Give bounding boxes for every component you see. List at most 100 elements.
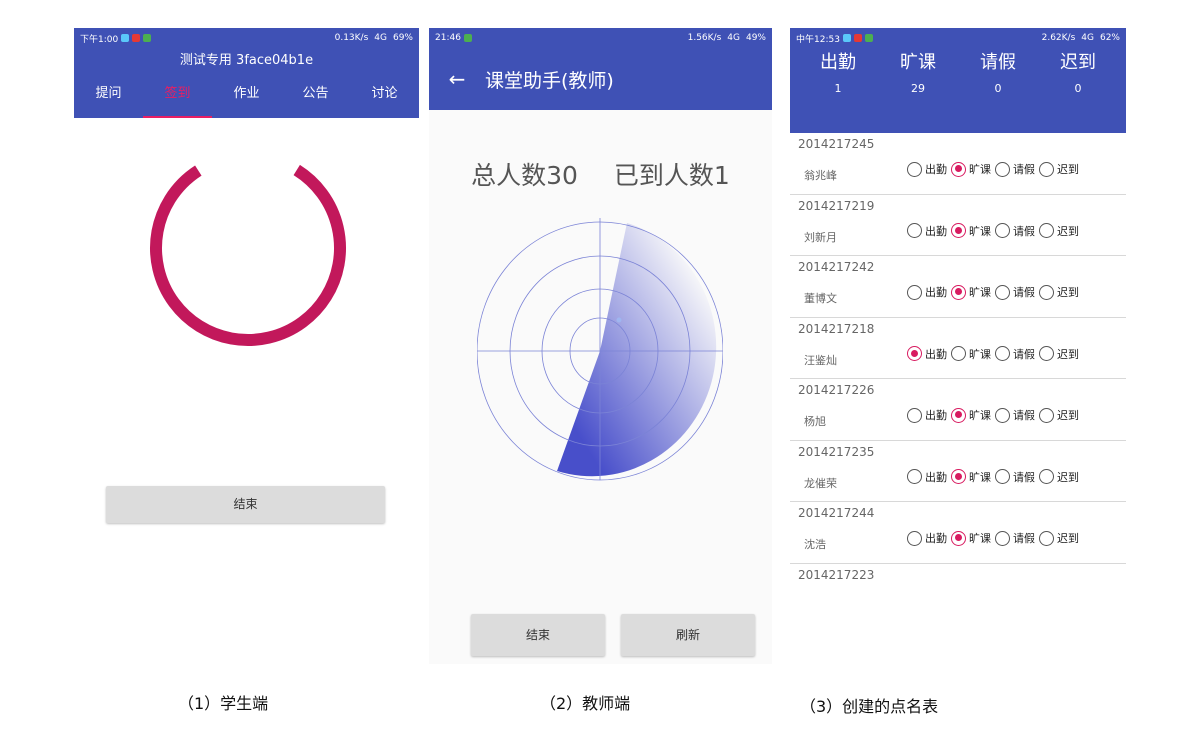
option-label: 请假	[1013, 286, 1035, 299]
radio-button[interactable]	[995, 469, 1010, 484]
list-item: 2014217218 汪鉴灿 出勤 旷课 请假 迟到	[790, 318, 1126, 379]
radio-button[interactable]	[951, 223, 966, 238]
radio-button[interactable]	[1039, 530, 1054, 546]
option-label: 出勤	[925, 409, 947, 422]
student-id: 2014217244	[798, 506, 875, 520]
arrived-count: 已到人数1	[613, 161, 730, 190]
radio-button[interactable]	[995, 530, 1010, 546]
attendance-stats: 总人数30 已到人数1	[429, 156, 772, 192]
attendance-option[interactable]: 旷课	[951, 223, 991, 239]
tab-notice[interactable]: 公告	[281, 74, 350, 118]
radio-button[interactable]	[1039, 161, 1054, 177]
tab-question[interactable]: 提问	[74, 74, 143, 118]
radar-scanner	[477, 218, 723, 481]
radio-button[interactable]	[907, 530, 922, 546]
end-button[interactable]: 结束	[106, 486, 385, 523]
attendance-option[interactable]: 旷课	[951, 407, 991, 423]
summary-value: 0	[994, 82, 1002, 95]
radio-button[interactable]	[907, 161, 922, 177]
progress-ring	[150, 150, 346, 346]
attendance-option[interactable]: 出勤	[907, 469, 947, 485]
status-speed: 2.62K/s	[1041, 33, 1076, 43]
radio-button[interactable]	[995, 161, 1010, 177]
roster-screen: 中午12:53 2.62K/s 4G 62% 出勤 1 旷课 29 请假 0 迟到 0 …	[790, 28, 1126, 580]
student-list: 2014217245 翁兆峰 出勤 旷课 请假 迟到 2014217219 刘新月 出勤 旷课 请假…	[790, 133, 1126, 580]
option-label: 出勤	[925, 286, 947, 299]
radio-button[interactable]	[995, 407, 1010, 423]
option-label: 迟到	[1057, 286, 1079, 299]
arrow-left-icon[interactable]: ←	[429, 67, 485, 91]
radio-button[interactable]	[951, 284, 966, 300]
attendance-option[interactable]: 请假	[995, 469, 1035, 485]
option-label: 出勤	[925, 347, 947, 361]
attendance-option[interactable]: 迟到	[1039, 469, 1079, 485]
option-label: 请假	[1013, 163, 1035, 176]
status-time: 下午1:00	[80, 34, 119, 45]
radio-button[interactable]	[1039, 223, 1054, 238]
radio-button[interactable]	[907, 469, 922, 484]
tab-homework[interactable]: 作业	[212, 74, 281, 118]
attendance-option[interactable]: 请假	[995, 346, 1035, 362]
refresh-button[interactable]: 刷新	[621, 614, 755, 656]
page-title: 测试专用 3face04b1e	[179, 53, 314, 68]
attendance-option[interactable]: 请假	[995, 161, 1035, 177]
attendance-option[interactable]: 旷课	[951, 469, 991, 485]
total-count: 总人数30	[471, 161, 578, 190]
tab-checkin[interactable]: 签到	[143, 74, 212, 118]
radio-button[interactable]	[907, 407, 922, 423]
option-label: 迟到	[1057, 470, 1079, 484]
radio-button[interactable]	[951, 161, 966, 177]
attendance-option[interactable]: 请假	[995, 530, 1035, 546]
radio-button[interactable]	[951, 346, 966, 361]
attendance-option[interactable]: 出勤	[907, 346, 947, 362]
student-id: 2014217219	[798, 198, 875, 213]
attendance-option[interactable]: 迟到	[1039, 223, 1079, 239]
radio-button[interactable]	[995, 346, 1010, 361]
radio-button[interactable]	[995, 223, 1010, 238]
radio-button[interactable]	[1039, 469, 1054, 484]
radio-button[interactable]	[1039, 284, 1054, 300]
radio-button[interactable]	[951, 530, 966, 546]
option-label: 迟到	[1057, 347, 1079, 361]
attendance-option[interactable]: 请假	[995, 407, 1035, 423]
attendance-option[interactable]: 出勤	[907, 530, 947, 546]
attendance-option[interactable]: 请假	[995, 223, 1035, 239]
attendance-option[interactable]: 旷课	[951, 346, 991, 362]
radio-button[interactable]	[907, 223, 922, 238]
radio-button[interactable]	[907, 284, 922, 300]
option-label: 迟到	[1057, 163, 1079, 176]
attendance-options: 出勤 旷课 请假 迟到	[907, 407, 1083, 423]
student-name: 龙催荣	[804, 476, 837, 490]
radio-button[interactable]	[1039, 346, 1054, 361]
app-bar: ← 课堂助手(教师)	[429, 48, 772, 110]
attendance-option[interactable]: 出勤	[907, 161, 947, 177]
radio-button[interactable]	[951, 469, 966, 484]
notification-icon	[463, 34, 472, 42]
radio-button[interactable]	[1039, 407, 1054, 423]
radio-button[interactable]	[907, 346, 922, 361]
status-battery: 49%	[745, 33, 766, 43]
attendance-option[interactable]: 迟到	[1039, 346, 1079, 362]
attendance-option[interactable]: 迟到	[1039, 530, 1079, 546]
tab-discussion[interactable]: 讨论	[350, 74, 419, 118]
status-speed: 1.56K/s	[687, 33, 722, 43]
radio-button[interactable]	[951, 407, 966, 423]
attendance-option[interactable]: 旷课	[951, 284, 991, 300]
attendance-option[interactable]: 出勤	[907, 223, 947, 239]
option-label: 旷课	[969, 163, 991, 176]
attendance-option[interactable]: 出勤	[907, 407, 947, 423]
attendance-option[interactable]: 请假	[995, 284, 1035, 300]
radar-sweep	[557, 223, 717, 477]
attendance-option[interactable]: 迟到	[1039, 284, 1079, 300]
attendance-option[interactable]: 迟到	[1039, 407, 1079, 423]
list-item: 2014217223	[790, 564, 1126, 581]
summary-leave: 请假 0	[958, 48, 1038, 100]
attendance-option[interactable]: 迟到	[1039, 161, 1079, 177]
student-id: 2014217226	[798, 383, 875, 397]
attendance-option[interactable]: 旷课	[951, 161, 991, 177]
end-button[interactable]: 结束	[471, 614, 605, 656]
attendance-option[interactable]: 旷课	[951, 530, 991, 546]
radio-button[interactable]	[995, 284, 1010, 300]
notification-icon	[842, 34, 851, 42]
attendance-option[interactable]: 出勤	[907, 284, 947, 300]
